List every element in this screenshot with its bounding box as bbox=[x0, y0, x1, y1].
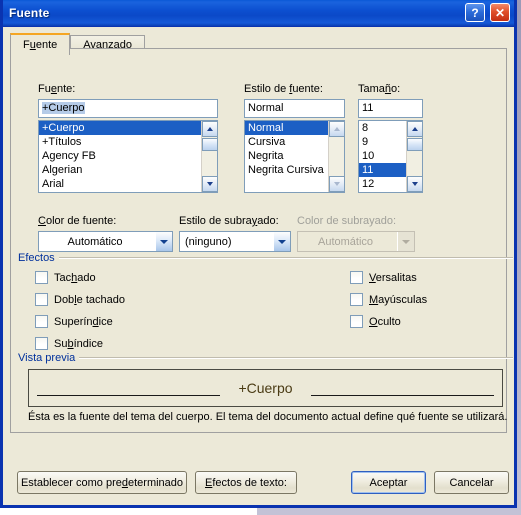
checkbox-label: Mayúsculas bbox=[369, 293, 428, 306]
tab-page-fuente: Fuente: +Cuerpo +Cuerpo +Títulos Agency … bbox=[10, 48, 513, 433]
title-bar: Fuente ? ✕ bbox=[3, 0, 514, 27]
scroll-down-icon[interactable] bbox=[407, 176, 422, 192]
close-glyph: ✕ bbox=[494, 5, 506, 20]
preview-group-header: Vista previa bbox=[18, 352, 513, 364]
cancel-label: Cancelar bbox=[449, 476, 494, 489]
ok-button[interactable]: Aceptar bbox=[351, 471, 426, 494]
font-color-dropdown[interactable]: Automático bbox=[38, 231, 173, 252]
underline-color-value: Automático bbox=[317, 235, 374, 248]
preview-rule-left bbox=[37, 394, 221, 396]
font-color-label: Color de fuente: bbox=[38, 215, 117, 227]
close-icon[interactable]: ✕ bbox=[490, 3, 510, 22]
font-name-label: Fuente: bbox=[38, 83, 76, 95]
checkbox-versalitas[interactable]: Versalitas bbox=[350, 269, 510, 286]
underline-style-label: Estilo de subrayado: bbox=[179, 215, 279, 227]
checkbox-box[interactable] bbox=[35, 271, 48, 284]
checkbox-oculto[interactable]: Oculto bbox=[350, 313, 510, 330]
checkbox-tachado[interactable]: Tachado bbox=[35, 269, 235, 286]
set-default-label: Establecer como predeterminado bbox=[20, 476, 184, 489]
underline-color-label: Color de subrayado: bbox=[297, 215, 397, 227]
preview-description: Ésta es la fuente del tema del cuerpo. E… bbox=[28, 411, 508, 423]
underline-color-dropdown: Automático bbox=[297, 231, 415, 252]
font-name-scrollbar[interactable] bbox=[201, 121, 217, 192]
list-item[interactable]: Algerian bbox=[39, 163, 217, 177]
font-name-listbox[interactable]: +Cuerpo +Títulos Agency FB Algerian Aria… bbox=[38, 120, 218, 193]
checkbox-label: Superíndice bbox=[54, 315, 113, 328]
text-effects-label: Efectos de texto: bbox=[205, 476, 287, 489]
ok-label: Aceptar bbox=[369, 476, 408, 489]
font-name-value: +Cuerpo bbox=[42, 102, 85, 114]
text-effects-button[interactable]: Efectos de texto: bbox=[195, 471, 297, 494]
checkbox-label: Doble tachado bbox=[54, 293, 125, 306]
help-glyph: ? bbox=[471, 5, 479, 20]
checkbox-box[interactable] bbox=[35, 315, 48, 328]
scroll-up-icon[interactable] bbox=[202, 121, 217, 137]
font-style-scrollbar[interactable] bbox=[328, 121, 344, 192]
checkbox-box[interactable] bbox=[350, 293, 363, 306]
window-title: Fuente bbox=[9, 6, 50, 20]
underline-style-value: (ninguno) bbox=[185, 235, 232, 248]
list-item[interactable]: Arial bbox=[39, 177, 217, 191]
font-size-listbox[interactable]: 8 9 10 11 12 bbox=[358, 120, 423, 193]
font-style-input[interactable]: Normal bbox=[244, 99, 345, 118]
preview-group-label: Vista previa bbox=[18, 352, 80, 364]
checkbox-box[interactable] bbox=[35, 337, 48, 350]
scroll-down-icon[interactable] bbox=[329, 176, 344, 192]
font-style-label: Estilo de fuente: bbox=[244, 83, 323, 95]
font-style-value: Normal bbox=[248, 102, 284, 114]
effects-group-header: Efectos bbox=[18, 252, 513, 264]
font-name-list: +Cuerpo +Títulos Agency FB Algerian Aria… bbox=[39, 121, 217, 191]
cancel-button[interactable]: Cancelar bbox=[434, 471, 509, 494]
font-dialog: Fuente ? ✕ Fuente Avanzado Fuente: +Cuer… bbox=[0, 0, 517, 508]
scrollbar-thumb[interactable] bbox=[407, 138, 422, 151]
chevron-down-icon[interactable] bbox=[155, 232, 172, 251]
checkbox-label: Subíndice bbox=[54, 337, 103, 350]
help-icon[interactable]: ? bbox=[465, 3, 485, 22]
chevron-down-icon[interactable] bbox=[273, 232, 290, 251]
chevron-down-icon bbox=[397, 232, 414, 251]
font-style-listbox[interactable]: Normal Cursiva Negrita Negrita Cursiva bbox=[244, 120, 345, 193]
font-color-value: Automático bbox=[67, 235, 123, 248]
effects-right-column: Versalitas Mayúsculas Oculto bbox=[350, 269, 510, 335]
list-item[interactable]: Agency FB bbox=[39, 149, 217, 163]
list-item[interactable]: +Títulos bbox=[39, 135, 217, 149]
tab-fuente[interactable]: Fuente bbox=[10, 33, 71, 55]
checkbox-box[interactable] bbox=[350, 315, 363, 328]
checkbox-mayusculas[interactable]: Mayúsculas bbox=[350, 291, 510, 308]
effects-left-column: Tachado Doble tachado Superíndice Subínd… bbox=[35, 269, 235, 357]
scroll-up-icon[interactable] bbox=[329, 121, 344, 137]
checkbox-box[interactable] bbox=[35, 293, 48, 306]
preview-sample-text: +Cuerpo bbox=[238, 380, 293, 396]
divider bbox=[79, 357, 513, 359]
font-size-value: 11 bbox=[362, 102, 374, 114]
font-name-input[interactable]: +Cuerpo bbox=[38, 99, 218, 118]
checkbox-label: Versalitas bbox=[369, 271, 417, 284]
scroll-down-icon[interactable] bbox=[202, 176, 217, 192]
effects-group-label: Efectos bbox=[18, 252, 59, 264]
scroll-up-icon[interactable] bbox=[407, 121, 422, 137]
checkbox-box[interactable] bbox=[350, 271, 363, 284]
checkbox-label: Oculto bbox=[369, 315, 401, 328]
checkbox-doble-tachado[interactable]: Doble tachado bbox=[35, 291, 235, 308]
font-size-label: Tamaño: bbox=[358, 83, 401, 95]
underline-style-dropdown[interactable]: (ninguno) bbox=[179, 231, 291, 252]
checkbox-subindice[interactable]: Subíndice bbox=[35, 335, 235, 352]
set-default-button[interactable]: Establecer como predeterminado bbox=[17, 471, 187, 494]
divider bbox=[58, 257, 513, 259]
font-size-scrollbar[interactable] bbox=[406, 121, 422, 192]
scrollbar-thumb[interactable] bbox=[202, 138, 217, 151]
checkbox-label: Tachado bbox=[54, 271, 96, 284]
checkbox-superindice[interactable]: Superíndice bbox=[35, 313, 235, 330]
preview-box: +Cuerpo bbox=[28, 369, 503, 407]
preview-rule-right bbox=[310, 394, 494, 396]
list-item[interactable]: +Cuerpo bbox=[39, 121, 217, 135]
tab-fuente-label: Fuente bbox=[23, 39, 58, 51]
font-size-input[interactable]: 11 bbox=[358, 99, 423, 118]
